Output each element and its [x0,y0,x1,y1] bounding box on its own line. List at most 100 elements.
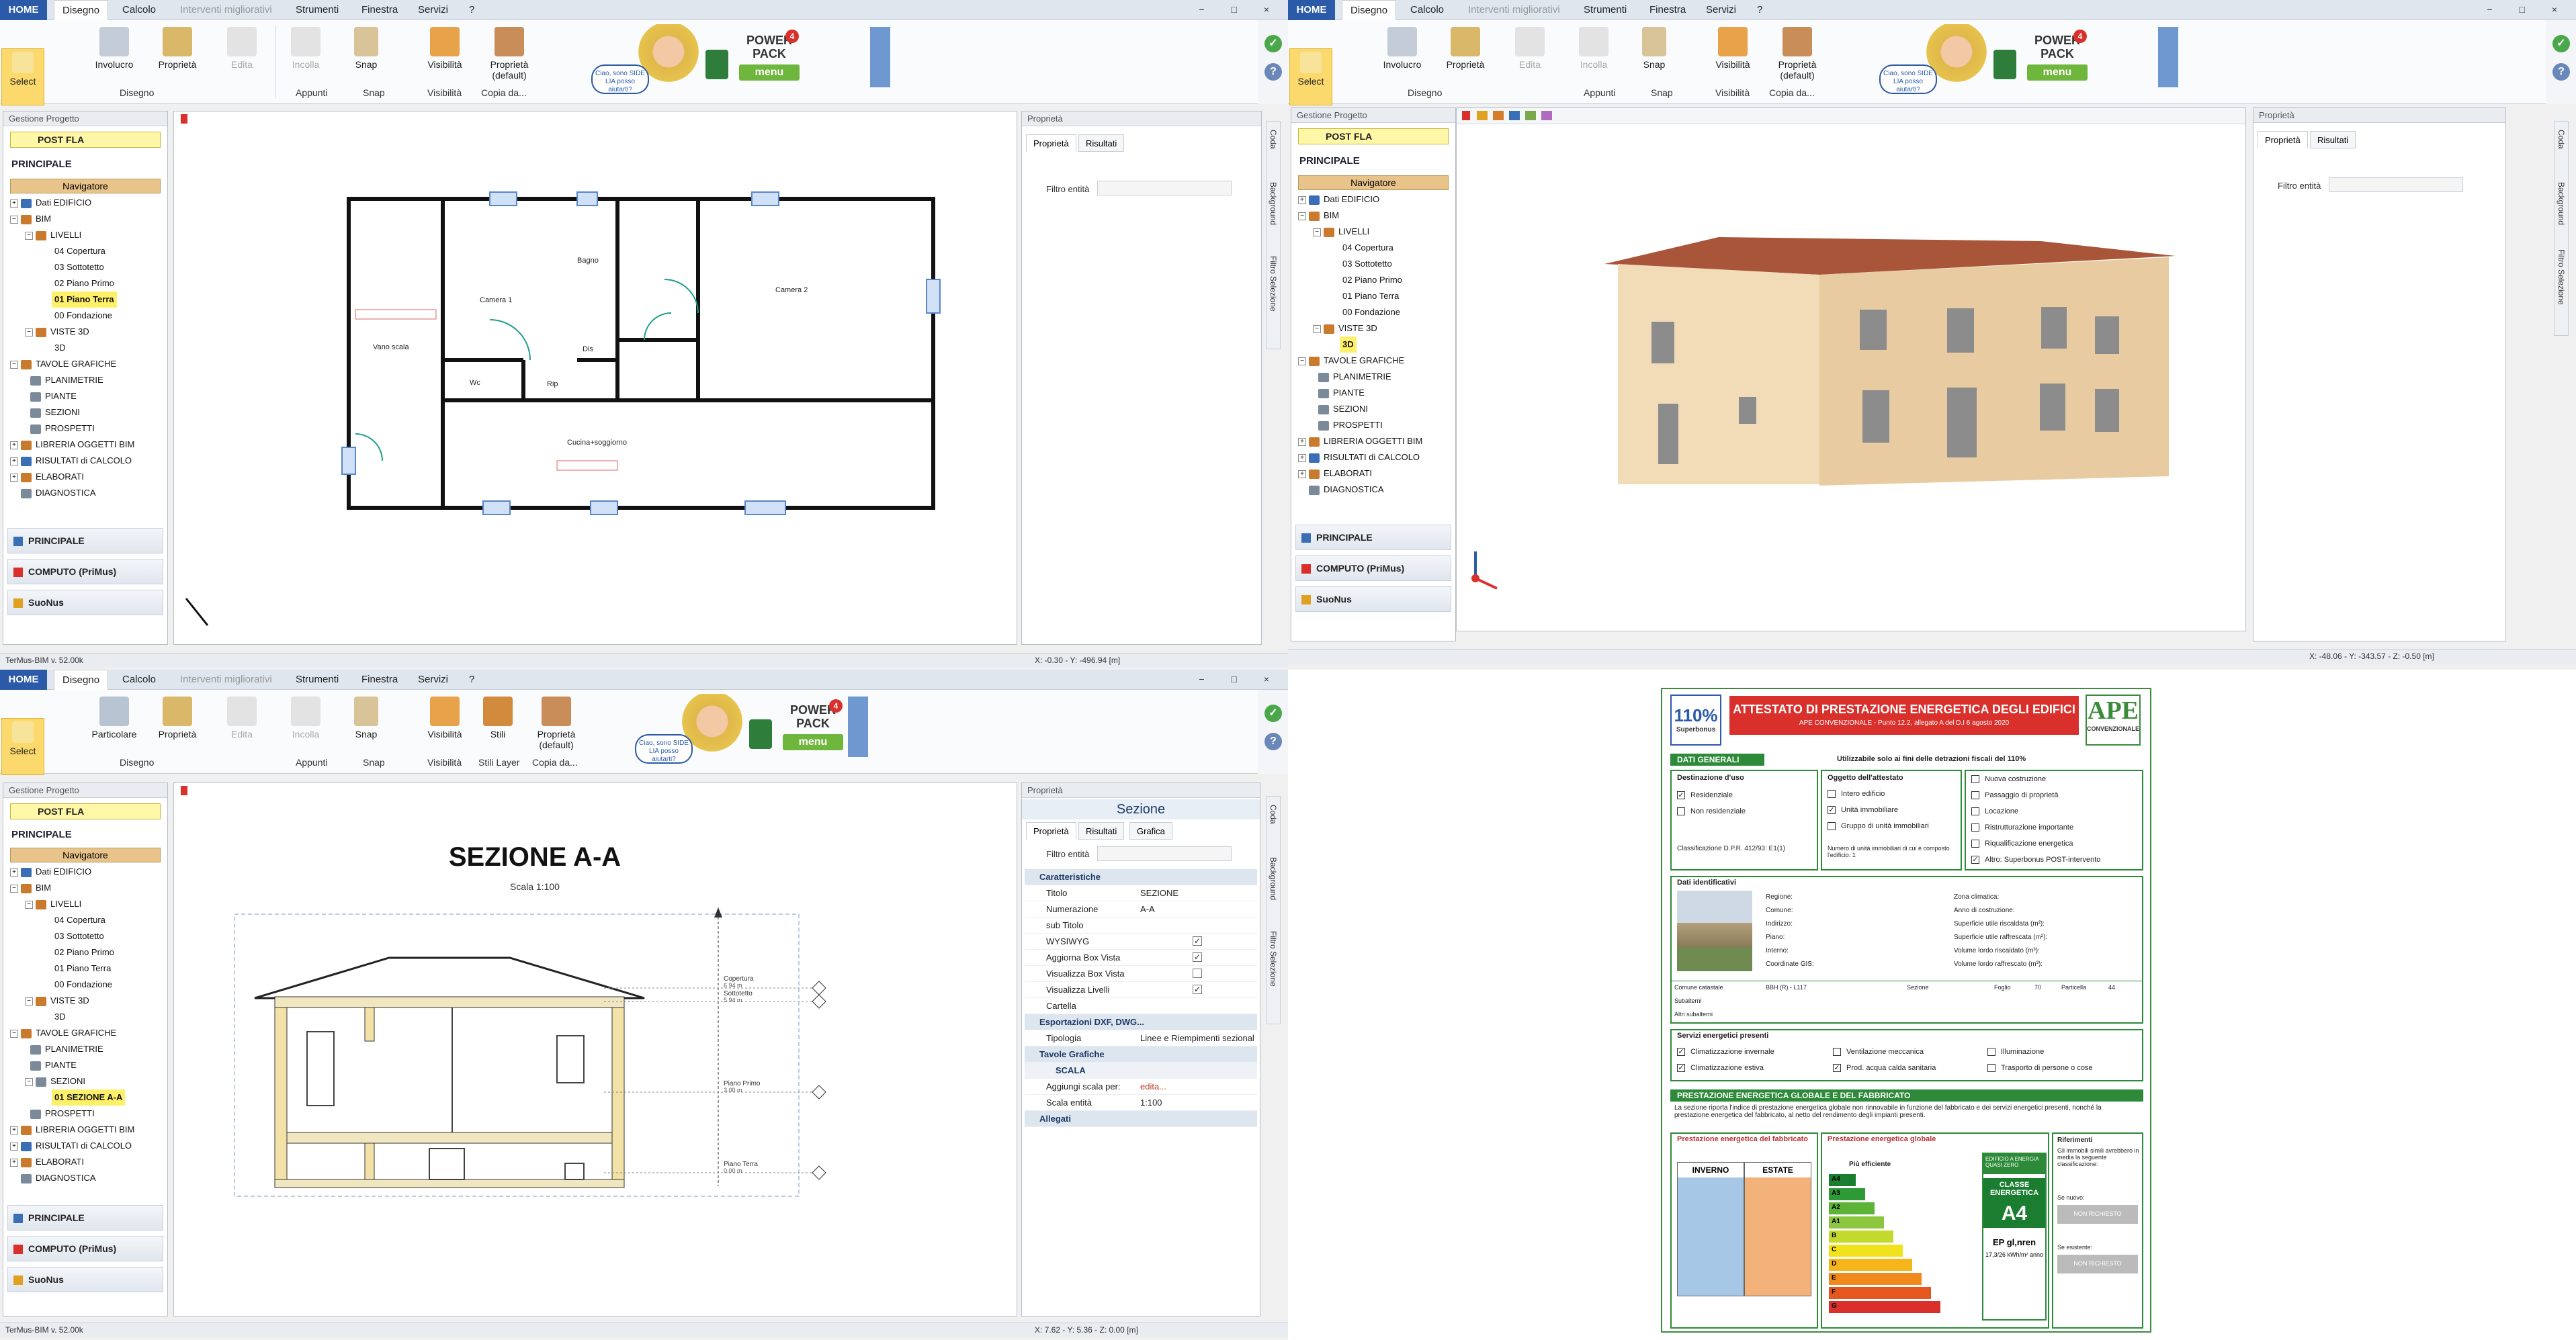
side-tab-filter[interactable]: Filtro Selezione [1269,256,1278,312]
tree-item[interactable]: PROSPETTI [1298,417,1449,433]
property-row[interactable]: Aggiorna Box Vista ✓ [1025,950,1257,966]
checkbox[interactable]: ✓ [1193,952,1202,962]
window-controls[interactable]: − □ × [1199,4,1281,15]
tab-finestra[interactable]: Finestra [353,0,406,20]
tree-item[interactable]: PLANIMETRIE [1298,369,1449,385]
tab-calcolo[interactable]: Calcolo [1402,0,1452,20]
tab-strumenti[interactable]: Strumenti [288,0,347,20]
visibility-button[interactable]: Visibilità [1706,27,1760,70]
side-tab-background[interactable]: Background [2557,182,2566,225]
properties-button[interactable]: Proprietà [151,27,204,70]
check-icon[interactable]: ✓ [1264,35,1282,52]
tab-home[interactable]: HOME [0,0,47,20]
acc-principale[interactable]: PRINCIPALE [1295,525,1451,550]
property-row[interactable]: Aggiungi scala per: edita... [1025,1079,1257,1095]
tab-grafica[interactable]: Grafica [1129,822,1172,840]
tree-item[interactable]: PLANIMETRIE [10,372,161,388]
acc-computo[interactable]: COMPUTO (PriMus) [7,1236,163,1261]
powerpack-button[interactable]: POWER PACK menu 4 [779,699,847,764]
tab-results[interactable]: Risultati [2310,131,2356,148]
tree-item[interactable]: 03 Sottotetto [10,259,161,275]
property-row[interactable]: Numerazione A-A [1025,901,1257,918]
side-tab-coda[interactable]: Coda [2557,130,2566,149]
tab-interventi[interactable]: Interventi migliorativi [172,670,280,690]
project-name[interactable]: POST FLA [10,803,161,819]
paste-button[interactable]: Incolla [279,27,333,70]
acc-principale[interactable]: PRINCIPALE [7,528,163,553]
help-icon[interactable]: ? [2552,63,2570,81]
property-category[interactable]: Tavole Grafiche [1025,1046,1257,1063]
tree-item[interactable]: + RISULTATI di CALCOLO [1298,449,1449,465]
tree-item[interactable]: − BIM [1298,208,1449,224]
assistant-promo[interactable]: Ciao, sono SIDE LIA posso aiutarti? POWE… [591,24,813,98]
tree-item[interactable]: + ELABORATI [10,469,161,485]
tree-item[interactable]: + RISULTATI di CALCOLO [10,453,161,469]
tree-item[interactable]: + LIBRERIA OGGETTI BIM [10,1122,161,1138]
select-button[interactable]: Select [1,718,44,775]
side-tab-background[interactable]: Background [1269,857,1278,900]
side-strip-icon[interactable] [2158,27,2178,87]
tree-item[interactable]: 02 Piano Primo [1298,272,1449,288]
tree-item[interactable]: PIANTE [1298,385,1449,401]
tree-item-selected[interactable]: 01 Piano Terra [10,292,161,308]
tree-item[interactable]: PLANIMETRIE [10,1041,161,1057]
checkbox[interactable] [1193,969,1202,978]
tab-strumenti[interactable]: Strumenti [288,670,347,690]
tree-item[interactable]: − LIVELLI [10,896,161,912]
tree-item[interactable]: 04 Copertura [10,912,161,928]
tree-item[interactable]: + ELABORATI [10,1154,161,1170]
tab-servizi[interactable]: Servizi [410,0,456,20]
stili-button[interactable]: Stili [474,697,521,740]
property-category[interactable]: SCALA [1025,1063,1257,1079]
properties-button[interactable]: Proprietà [151,697,204,740]
tree-item[interactable]: 01 Piano Terra [1298,288,1449,304]
tree-item[interactable]: PIANTE [10,388,161,404]
tree-item[interactable]: − VISTE 3D [1298,320,1449,337]
tree-item[interactable]: 02 Piano Primo [10,275,161,292]
tree-item[interactable]: − TAVOLE GRAFICHE [1298,353,1449,369]
tree-item[interactable]: + RISULTATI di CALCOLO [10,1138,161,1154]
tree-item[interactable]: + ELABORATI [1298,465,1449,482]
tree-item[interactable]: PIANTE [10,1057,161,1073]
tree-item[interactable]: 00 Fondazione [10,977,161,993]
help-icon[interactable]: ? [1264,63,1282,81]
properties-button[interactable]: Proprietà [1439,27,1492,70]
tree-item[interactable]: 04 Copertura [10,243,161,259]
property-category[interactable]: Esportazioni DXF, DWG... [1025,1014,1257,1030]
tree-item[interactable]: + LIBRERIA OGGETTI BIM [10,437,161,453]
navigator-header[interactable]: Navigatore [10,848,161,862]
tree-item[interactable]: 01 Piano Terra [10,961,161,977]
tree-item[interactable]: − TAVOLE GRAFICHE [10,1025,161,1041]
tree-item[interactable]: PROSPETTI [10,1106,161,1122]
edit-button[interactable]: Edita [215,27,269,70]
property-row[interactable]: Scala entità 1:100 [1025,1095,1257,1111]
default-properties-button[interactable]: Proprietà (default) [1765,27,1830,81]
check-icon[interactable]: ✓ [2552,35,2570,52]
tab-servizi[interactable]: Servizi [410,670,456,690]
tab-interventi[interactable]: Interventi migliorativi [1460,0,1568,20]
property-row[interactable]: Visualizza Livelli ✓ [1025,982,1257,998]
property-row[interactable]: sub Titolo [1025,918,1257,934]
assistant-promo[interactable]: Ciao, sono SIDE LIA posso aiutarti? POWE… [635,694,857,768]
tree-item[interactable]: − SEZIONI [10,1073,161,1089]
tab-disegno[interactable]: Disegno [54,0,109,21]
tab-home[interactable]: HOME [1288,0,1335,20]
tab-disegno[interactable]: Disegno [54,670,109,690]
select-button[interactable]: Select [1289,48,1332,105]
tree-item[interactable]: DIAGNOSTICA [10,1170,161,1186]
tree-item[interactable]: 02 Piano Primo [10,944,161,961]
tree-item[interactable]: + LIBRERIA OGGETTI BIM [1298,433,1449,449]
tree-item[interactable]: + Dati EDIFICIO [1298,191,1449,208]
tree-item[interactable]: SEZIONI [1298,401,1449,417]
tab-finestra[interactable]: Finestra [353,670,406,690]
acc-principale[interactable]: PRINCIPALE [7,1205,163,1231]
tree-item-selected[interactable]: 3D [1298,337,1449,353]
checkbox[interactable]: ✓ [1193,936,1202,946]
snap-button[interactable]: Snap [346,27,386,70]
property-row[interactable]: Cartella [1025,998,1257,1014]
side-strip-icon[interactable] [870,27,890,87]
navigator-header[interactable]: Navigatore [10,179,161,193]
side-tab-filter[interactable]: Filtro Selezione [1269,931,1278,987]
side-strip-icon[interactable] [848,697,868,757]
tab-help[interactable]: ? [1749,0,1770,20]
